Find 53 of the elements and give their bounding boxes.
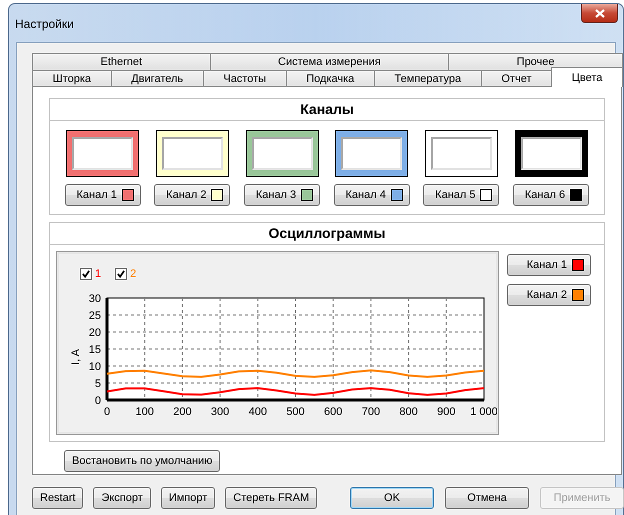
tab[interactable]: Прочее bbox=[448, 53, 624, 70]
footer-button[interactable]: Restart bbox=[32, 487, 84, 509]
group-title: Осциллограммы bbox=[50, 223, 604, 245]
footer-button[interactable]: Экспорт bbox=[93, 487, 151, 509]
x-tick-label: 100 bbox=[136, 406, 154, 418]
window-title: Настройки bbox=[15, 17, 74, 31]
x-tick-label: 500 bbox=[286, 406, 305, 418]
y-tick-label: 25 bbox=[88, 310, 101, 322]
x-tick-label: 1 000 bbox=[470, 406, 497, 418]
x-tick-label: 200 bbox=[173, 406, 192, 418]
dialog-button[interactable]: Отмена bbox=[445, 487, 529, 509]
checkbox[interactable] bbox=[80, 268, 92, 280]
x-tick-label: 300 bbox=[210, 406, 230, 418]
legend-label: 1 bbox=[95, 268, 102, 280]
y-tick-label: 10 bbox=[88, 361, 101, 373]
restore-defaults-button[interactable]: Востановить по умолчанию bbox=[64, 450, 220, 472]
x-tick-label: 900 bbox=[437, 406, 456, 418]
tab[interactable]: Ethernet bbox=[32, 53, 211, 70]
footer-button[interactable]: Импорт bbox=[160, 487, 216, 509]
x-tick-label: 600 bbox=[324, 406, 342, 418]
channel-color-button[interactable]: Канал 5 bbox=[423, 184, 500, 206]
y-tick-label: 0 bbox=[94, 395, 101, 407]
close-icon bbox=[594, 8, 604, 18]
tab[interactable]: Частоты bbox=[202, 70, 287, 87]
channel-color-button[interactable]: Канал 2 bbox=[154, 184, 230, 206]
channel-color-button[interactable]: Канал 6 bbox=[513, 184, 590, 206]
checkbox[interactable] bbox=[115, 268, 128, 280]
channel-color-button[interactable]: Канал 1 bbox=[64, 184, 141, 206]
channel-color-button[interactable]: Канал 1 bbox=[507, 254, 591, 276]
group-title: Каналы bbox=[50, 99, 604, 121]
y-tick-label: 20 bbox=[88, 327, 101, 339]
y-tick-label: 30 bbox=[88, 293, 101, 305]
y-axis-label: I, A bbox=[70, 349, 82, 365]
tab[interactable]: Цвета bbox=[551, 67, 623, 87]
x-tick-label: 800 bbox=[399, 406, 418, 418]
dialog-button[interactable]: OK bbox=[350, 487, 434, 509]
y-tick-label: 5 bbox=[94, 378, 101, 390]
footer-button[interactable]: Стереть FRAM bbox=[225, 487, 318, 509]
x-tick-label: 400 bbox=[248, 406, 267, 418]
tab[interactable]: Отчет bbox=[480, 70, 552, 87]
tab[interactable]: Система измерения bbox=[210, 53, 450, 70]
tab[interactable]: Подкачка bbox=[286, 70, 375, 87]
channel-color-button[interactable]: Канал 2 bbox=[507, 284, 591, 306]
y-tick-label: 15 bbox=[88, 344, 101, 356]
x-tick-label: 700 bbox=[362, 406, 380, 418]
tab[interactable]: Шторка bbox=[32, 70, 112, 87]
tab[interactable]: Температура bbox=[374, 70, 482, 87]
channel-color-button[interactable]: Канал 4 bbox=[334, 184, 410, 206]
x-tick-label: 0 bbox=[104, 406, 110, 418]
legend-label: 2 bbox=[130, 268, 136, 280]
channel-color-button[interactable]: Канал 3 bbox=[244, 184, 320, 206]
close-button[interactable] bbox=[581, 4, 618, 23]
tab[interactable]: Двигатель bbox=[110, 70, 204, 87]
